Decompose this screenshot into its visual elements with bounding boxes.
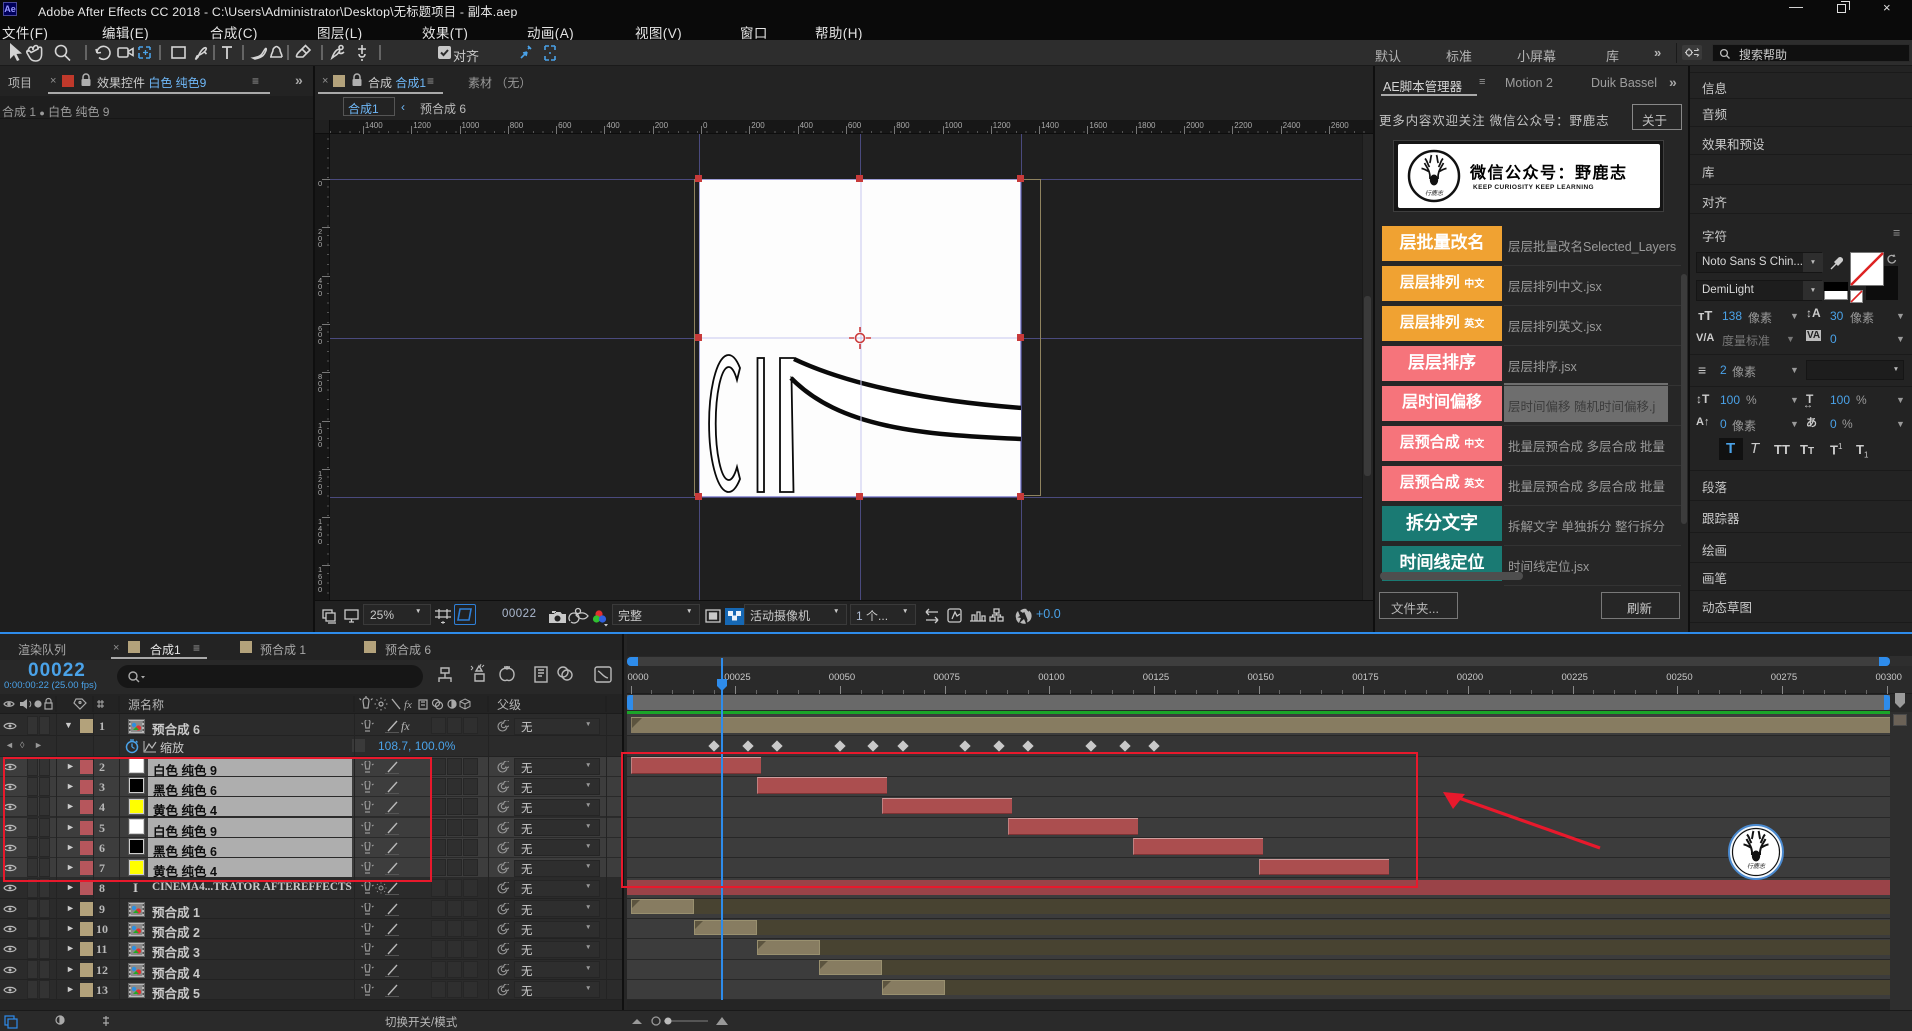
svg-text:行鹿志: 行鹿志: [1425, 189, 1444, 197]
svg-text:fx: fx: [404, 699, 412, 711]
svg-text:行鹿志: 行鹿志: [1747, 862, 1766, 870]
